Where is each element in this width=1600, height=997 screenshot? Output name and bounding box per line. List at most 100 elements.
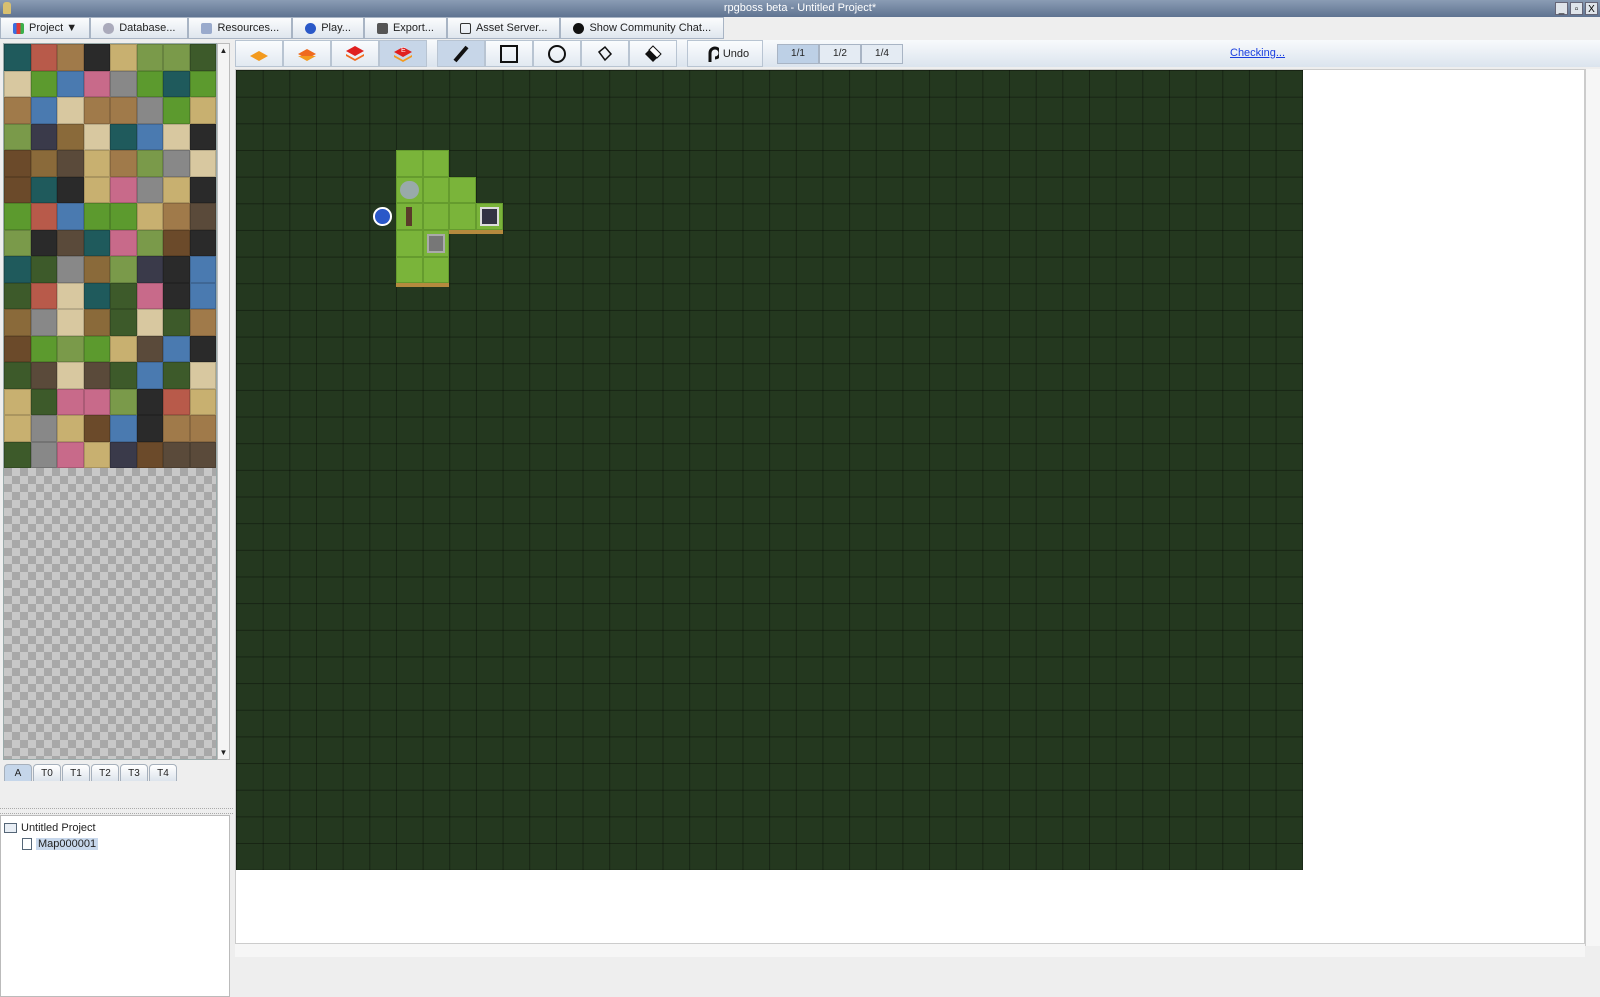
- palette-tile[interactable]: [136, 415, 163, 442]
- palette-tile[interactable]: [4, 123, 31, 150]
- palette-tile[interactable]: [83, 388, 110, 415]
- zoom-1-1-button[interactable]: 1/1: [777, 43, 819, 64]
- palette-tile[interactable]: [136, 309, 163, 336]
- palette-tile[interactable]: [4, 388, 31, 415]
- palette-tile[interactable]: [110, 229, 137, 256]
- palette-tile[interactable]: [163, 70, 190, 97]
- palette-tile[interactable]: [57, 282, 84, 309]
- palette-tile[interactable]: [4, 256, 31, 283]
- palette-tile[interactable]: [57, 123, 84, 150]
- palette-tile[interactable]: [163, 362, 190, 389]
- palette-tile[interactable]: [189, 44, 216, 71]
- tree-project-root[interactable]: Untitled Project: [4, 820, 226, 836]
- palette-tile[interactable]: [30, 44, 57, 71]
- palette-tile[interactable]: [30, 441, 57, 468]
- palette-tile[interactable]: [30, 415, 57, 442]
- palette-tile[interactable]: [30, 256, 57, 283]
- palette-tile[interactable]: [83, 415, 110, 442]
- palette-tile[interactable]: [189, 97, 216, 124]
- palette-tile[interactable]: [83, 123, 110, 150]
- palette-tile[interactable]: [189, 70, 216, 97]
- ellipse-tool-button[interactable]: [533, 40, 581, 67]
- palette-tile[interactable]: [163, 97, 190, 124]
- post-object[interactable]: [406, 207, 413, 226]
- palette-tile[interactable]: [57, 229, 84, 256]
- palette-tile[interactable]: [57, 362, 84, 389]
- layer-top-button[interactable]: [331, 40, 379, 67]
- palette-tile[interactable]: [163, 309, 190, 336]
- player-start-marker[interactable]: [373, 207, 392, 226]
- eraser-tool-button[interactable]: [629, 40, 677, 67]
- palette-tile[interactable]: [57, 335, 84, 362]
- rock-object[interactable]: [400, 180, 419, 200]
- palette-tile[interactable]: [83, 70, 110, 97]
- palette-tile[interactable]: [189, 150, 216, 177]
- palette-tile[interactable]: [83, 441, 110, 468]
- layer-middle-button[interactable]: [283, 40, 331, 67]
- palette-tile[interactable]: [163, 335, 190, 362]
- map-vertical-scrollbar[interactable]: [1585, 69, 1600, 946]
- palette-tile[interactable]: [136, 44, 163, 71]
- export-button[interactable]: Export...: [363, 17, 447, 39]
- palette-tile[interactable]: [30, 282, 57, 309]
- palette-tile[interactable]: [163, 176, 190, 203]
- tab-t0[interactable]: T0: [33, 764, 61, 781]
- fill-tool-button[interactable]: [581, 40, 629, 67]
- palette-tile[interactable]: [83, 150, 110, 177]
- palette-tile[interactable]: [163, 441, 190, 468]
- palette-tile[interactable]: [30, 229, 57, 256]
- palette-tile[interactable]: [136, 176, 163, 203]
- palette-scrollbar[interactable]: ▲ ▼: [217, 43, 230, 760]
- palette-tile[interactable]: [163, 123, 190, 150]
- palette-tile[interactable]: [30, 123, 57, 150]
- palette-tile[interactable]: [189, 176, 216, 203]
- tab-t3[interactable]: T3: [120, 764, 148, 781]
- palette-tile[interactable]: [57, 203, 84, 230]
- palette-tile[interactable]: [163, 256, 190, 283]
- undo-button[interactable]: Undo: [687, 40, 763, 67]
- palette-tile[interactable]: [4, 203, 31, 230]
- palette-tile[interactable]: [57, 388, 84, 415]
- palette-tile[interactable]: [110, 335, 137, 362]
- palette-tile[interactable]: [163, 203, 190, 230]
- palette-tile[interactable]: [110, 97, 137, 124]
- palette-tile[interactable]: [189, 123, 216, 150]
- palette-tile[interactable]: [4, 229, 31, 256]
- rectangle-tool-button[interactable]: [485, 40, 533, 67]
- palette-tile[interactable]: [163, 229, 190, 256]
- palette-tile[interactable]: [189, 256, 216, 283]
- palette-tile[interactable]: [57, 176, 84, 203]
- palette-tile[interactable]: [83, 229, 110, 256]
- tileset-palette[interactable]: [3, 43, 217, 760]
- palette-tile[interactable]: [136, 282, 163, 309]
- zoom-1-4-button[interactable]: 1/4: [861, 43, 903, 64]
- palette-tile[interactable]: [30, 335, 57, 362]
- database-button[interactable]: Database...: [90, 17, 189, 39]
- palette-tile[interactable]: [30, 70, 57, 97]
- palette-tile[interactable]: [163, 415, 190, 442]
- layer-events-button[interactable]: E: [379, 40, 427, 67]
- palette-tile[interactable]: [136, 441, 163, 468]
- palette-tile[interactable]: [83, 282, 110, 309]
- palette-tile[interactable]: [110, 309, 137, 336]
- palette-tile[interactable]: [30, 176, 57, 203]
- palette-tile[interactable]: [83, 362, 110, 389]
- palette-tile[interactable]: [110, 388, 137, 415]
- stairs-object[interactable]: [426, 234, 446, 253]
- palette-tile[interactable]: [189, 362, 216, 389]
- palette-tile[interactable]: [4, 335, 31, 362]
- tab-t4[interactable]: T4: [149, 764, 177, 781]
- stone-block-object[interactable]: [480, 207, 499, 226]
- palette-tile[interactable]: [136, 256, 163, 283]
- palette-tile[interactable]: [136, 97, 163, 124]
- palette-tile[interactable]: [83, 176, 110, 203]
- palette-tile[interactable]: [83, 97, 110, 124]
- community-chat-button[interactable]: Show Community Chat...: [560, 17, 725, 39]
- palette-tile[interactable]: [30, 309, 57, 336]
- palette-tile[interactable]: [4, 150, 31, 177]
- palette-tile[interactable]: [110, 44, 137, 71]
- palette-tile[interactable]: [57, 44, 84, 71]
- palette-tile[interactable]: [4, 309, 31, 336]
- palette-tile[interactable]: [4, 362, 31, 389]
- pencil-tool-button[interactable]: [437, 40, 485, 67]
